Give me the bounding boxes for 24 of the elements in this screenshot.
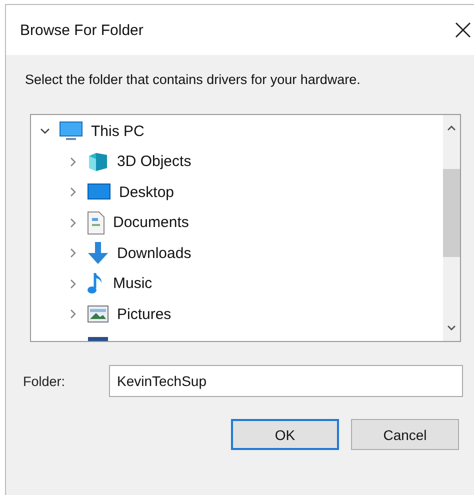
tree-item[interactable]: Pictures	[117, 306, 172, 323]
scroll-thumb[interactable]	[443, 169, 460, 257]
dialog-button[interactable]: Cancel	[351, 419, 459, 450]
folder-field[interactable]: KevinTechSup	[109, 365, 463, 397]
scroll-up-icon[interactable]	[447, 124, 456, 133]
tree-item[interactable]: Documents	[113, 214, 189, 232]
close-icon[interactable]	[454, 21, 472, 39]
window-title: Browse For Folder	[20, 22, 144, 38]
cube-icon	[87, 150, 109, 173]
tree-item[interactable]: This PC	[91, 122, 144, 140]
computer-icon	[59, 121, 83, 142]
scroll-down-icon[interactable]	[447, 323, 456, 332]
tree-item[interactable]: 3D Objects	[117, 153, 192, 170]
desktop-icon	[87, 182, 111, 202]
tree-item[interactable]: Downloads	[117, 244, 192, 262]
picture-icon	[87, 305, 109, 324]
folder-label: Folder:	[23, 374, 66, 388]
download-arrow-icon	[87, 241, 109, 266]
tree-item[interactable]: Desktop	[119, 184, 174, 201]
instruction-text: Select the folder that contains drivers for your hardware.	[25, 72, 362, 87]
document-icon	[87, 210, 105, 235]
scrollbar[interactable]	[443, 115, 460, 341]
tree-item[interactable]: Music	[113, 275, 152, 292]
dialog-button[interactable]: OK	[231, 419, 339, 450]
